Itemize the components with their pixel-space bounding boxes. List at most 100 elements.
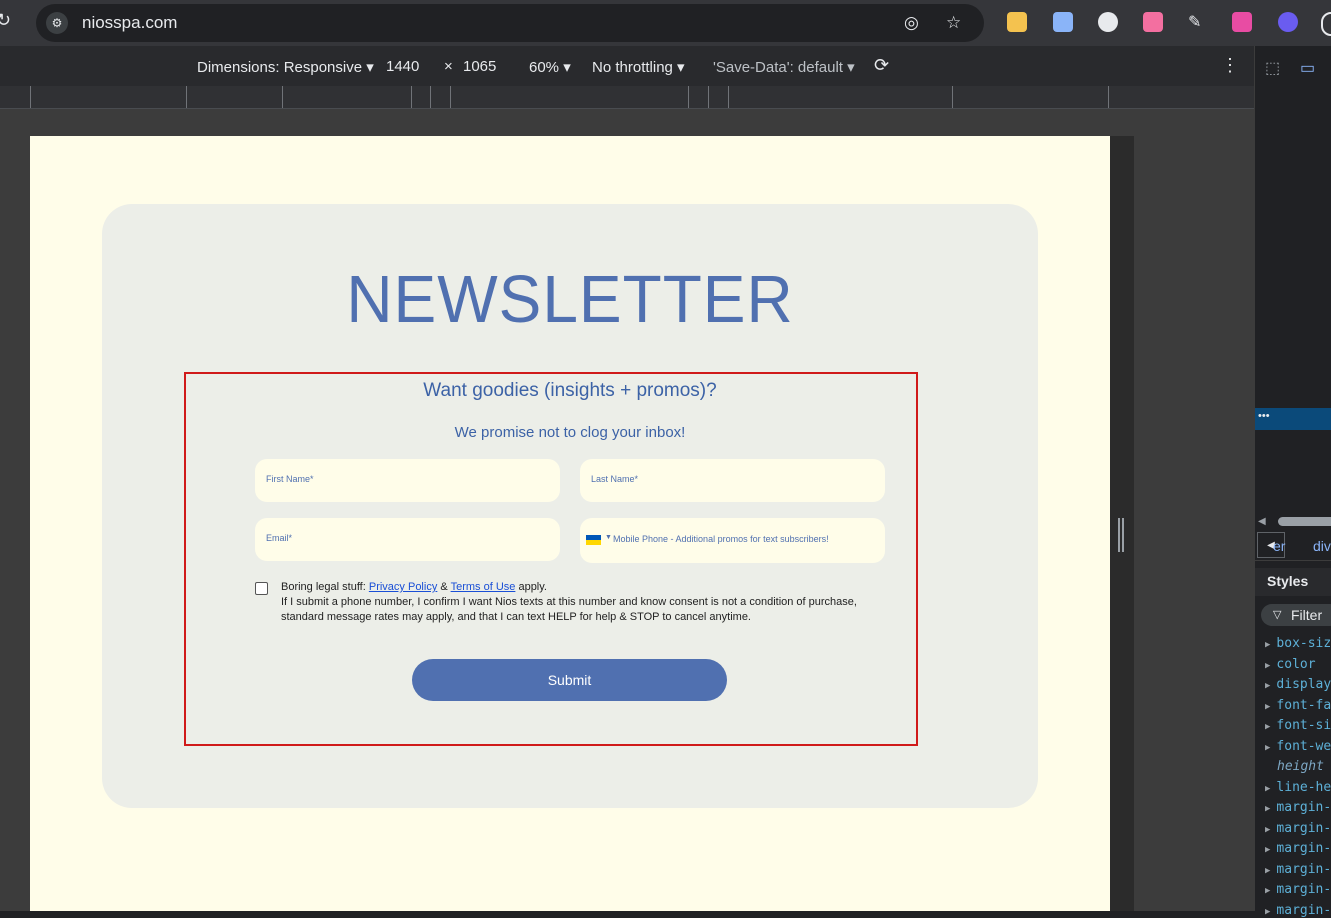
extension-icon-video[interactable]: [1232, 12, 1252, 32]
last-name-field[interactable]: Last Name*: [580, 459, 885, 502]
ruler-tick[interactable]: [952, 86, 953, 108]
css-property-name: color: [1276, 656, 1316, 672]
ruler-tick[interactable]: [708, 86, 709, 108]
styles-tabbar: Styles: [1255, 568, 1331, 596]
selected-dom-node[interactable]: •••: [1255, 408, 1331, 430]
address-bar[interactable]: ⚙ niosspa.com ◎ ☆: [36, 4, 984, 42]
css-property-row[interactable]: ▶ margin-: [1265, 903, 1331, 918]
css-property-name: font-fa: [1276, 697, 1331, 713]
css-property-name: font-si: [1276, 718, 1331, 733]
times-symbol: ×: [444, 58, 453, 75]
styles-tab[interactable]: Styles: [1267, 573, 1308, 589]
extension-icon-docs[interactable]: [1053, 12, 1073, 32]
css-property-row[interactable]: ▶ font-fa: [1265, 698, 1331, 713]
eye-off-icon[interactable]: ◎: [904, 13, 919, 33]
newsletter-heading: NEWSLETTER: [346, 261, 794, 337]
height-input[interactable]: 1065: [463, 58, 496, 75]
filter-box[interactable]: ▽ Filter: [1255, 602, 1331, 628]
phone-field[interactable]: ▼ Mobile Phone - Additional promos for t…: [580, 518, 885, 563]
css-property-row[interactable]: ▶ margin-: [1265, 862, 1331, 877]
expand-arrow-icon[interactable]: ▶: [1265, 825, 1270, 835]
country-caret-icon[interactable]: ▼: [605, 534, 612, 541]
breadcrumb-bar: ◀ er div: [1255, 532, 1331, 561]
ukraine-flag-icon[interactable]: [586, 535, 601, 545]
extension-icon-gradient[interactable]: [1143, 12, 1163, 32]
viewport-resize-handle[interactable]: [1118, 518, 1124, 552]
width-input[interactable]: 1440: [386, 58, 419, 75]
css-property-row[interactable]: ▶ margin-: [1265, 800, 1331, 815]
extension-icon-camera[interactable]: [1098, 12, 1118, 32]
css-property-row[interactable]: ▶ font-si: [1265, 718, 1331, 733]
ruler-tick[interactable]: [30, 86, 31, 108]
ruler-tick[interactable]: [728, 86, 729, 108]
scrollbar-thumb[interactable]: [1278, 517, 1331, 526]
css-property-row[interactable]: ▶ margin-: [1265, 882, 1331, 897]
ruler-tick[interactable]: [1108, 86, 1109, 108]
css-property-row[interactable]: ▶ color: [1265, 657, 1316, 672]
css-property-row[interactable]: ▶ box-siz: [1265, 636, 1331, 651]
css-property-row[interactable]: ▶ font-we: [1265, 739, 1331, 754]
zoom-dropdown[interactable]: 60% ▾: [529, 58, 571, 76]
css-property-name: margin-: [1276, 820, 1331, 836]
ruler-tick[interactable]: [430, 86, 431, 108]
ruler-tick[interactable]: [688, 86, 689, 108]
filter-input[interactable]: ▽ Filter: [1261, 604, 1331, 626]
first-name-field[interactable]: First Name*: [255, 459, 560, 502]
dimensions-dropdown[interactable]: Dimensions: Responsive ▾: [197, 58, 374, 76]
ruler-tick[interactable]: [282, 86, 283, 108]
legal-suffix: apply.: [518, 581, 547, 593]
newsletter-subtitle: Want goodies (insights + promos)?: [423, 380, 717, 401]
horizontal-scrollbar[interactable]: ◀: [1255, 516, 1331, 527]
email-field[interactable]: Email*: [255, 518, 560, 561]
extension-icon-notes[interactable]: [1007, 12, 1027, 32]
more-options-icon[interactable]: ⋮: [1221, 55, 1239, 76]
extension-icon-profile[interactable]: [1278, 12, 1298, 32]
consent-checkbox[interactable]: [255, 582, 268, 595]
reload-icon[interactable]: ↻: [0, 10, 11, 31]
legal-consent-body: If I submit a phone number, I confirm I …: [281, 596, 857, 623]
device-toolbar: Dimensions: Responsive ▾ 1440 × 1065 60%…: [0, 46, 1254, 87]
ruler-tick[interactable]: [450, 86, 451, 108]
device-toggle-icon[interactable]: ▭: [1300, 58, 1331, 78]
extension-icon-more[interactable]: [1321, 12, 1331, 36]
save-data-dropdown[interactable]: 'Save-Data': default ▾: [713, 58, 855, 76]
breadcrumb-element[interactable]: er: [1273, 538, 1285, 554]
expand-arrow-icon[interactable]: ▶: [1265, 743, 1270, 753]
expand-arrow-icon[interactable]: ▶: [1265, 866, 1270, 876]
css-property-row[interactable]: ▶ line-he: [1265, 780, 1331, 795]
privacy-policy-link[interactable]: Privacy Policy: [369, 581, 437, 593]
site-info-icon[interactable]: ⚙: [46, 12, 68, 34]
css-property-name: height: [1277, 759, 1324, 774]
throttling-dropdown[interactable]: No throttling ▾: [592, 58, 685, 76]
scroll-left-icon[interactable]: ◀: [1258, 516, 1266, 527]
media-query-ruler: [0, 86, 1254, 109]
breadcrumb-div[interactable]: div: [1313, 538, 1331, 554]
css-property-row[interactable]: ▶ margin-: [1265, 841, 1331, 856]
email-placeholder: Email*: [266, 533, 293, 543]
css-property-row[interactable]: height: [1265, 759, 1324, 774]
rotate-icon[interactable]: ⟳: [874, 55, 889, 76]
newsletter-tagline: We promise not to clog your inbox!: [454, 424, 686, 441]
bookmark-star-icon[interactable]: ☆: [946, 13, 961, 33]
expand-arrow-icon[interactable]: ▶: [1265, 722, 1270, 732]
ruler-tick[interactable]: [186, 86, 187, 108]
expand-arrow-icon[interactable]: ▶: [1265, 804, 1270, 814]
eyedropper-icon[interactable]: ✎: [1188, 12, 1208, 32]
submit-button[interactable]: Submit: [412, 659, 727, 701]
expand-arrow-icon[interactable]: ▶: [1265, 845, 1270, 855]
expand-arrow-icon[interactable]: ▶: [1265, 886, 1270, 896]
dimensions-label: Dimensions: Responsive: [197, 59, 363, 76]
expand-arrow-icon[interactable]: ▶: [1265, 907, 1270, 917]
expand-arrow-icon[interactable]: ▶: [1265, 681, 1270, 691]
ruler-tick[interactable]: [411, 86, 412, 108]
legal-text: Boring legal stuff: Privacy Policy & Ter…: [281, 580, 891, 625]
filter-icon: ▽: [1273, 609, 1282, 621]
expand-arrow-icon[interactable]: ▶: [1265, 702, 1270, 712]
expand-arrow-icon[interactable]: ▶: [1265, 640, 1270, 650]
expand-arrow-icon[interactable]: ▶: [1265, 784, 1270, 794]
terms-of-use-link[interactable]: Terms of Use: [451, 581, 516, 593]
url-text[interactable]: niosspa.com: [82, 13, 177, 33]
expand-arrow-icon[interactable]: ▶: [1265, 661, 1270, 671]
css-property-row[interactable]: ▶ margin-: [1265, 821, 1331, 836]
css-property-row[interactable]: ▶ display: [1265, 677, 1331, 692]
